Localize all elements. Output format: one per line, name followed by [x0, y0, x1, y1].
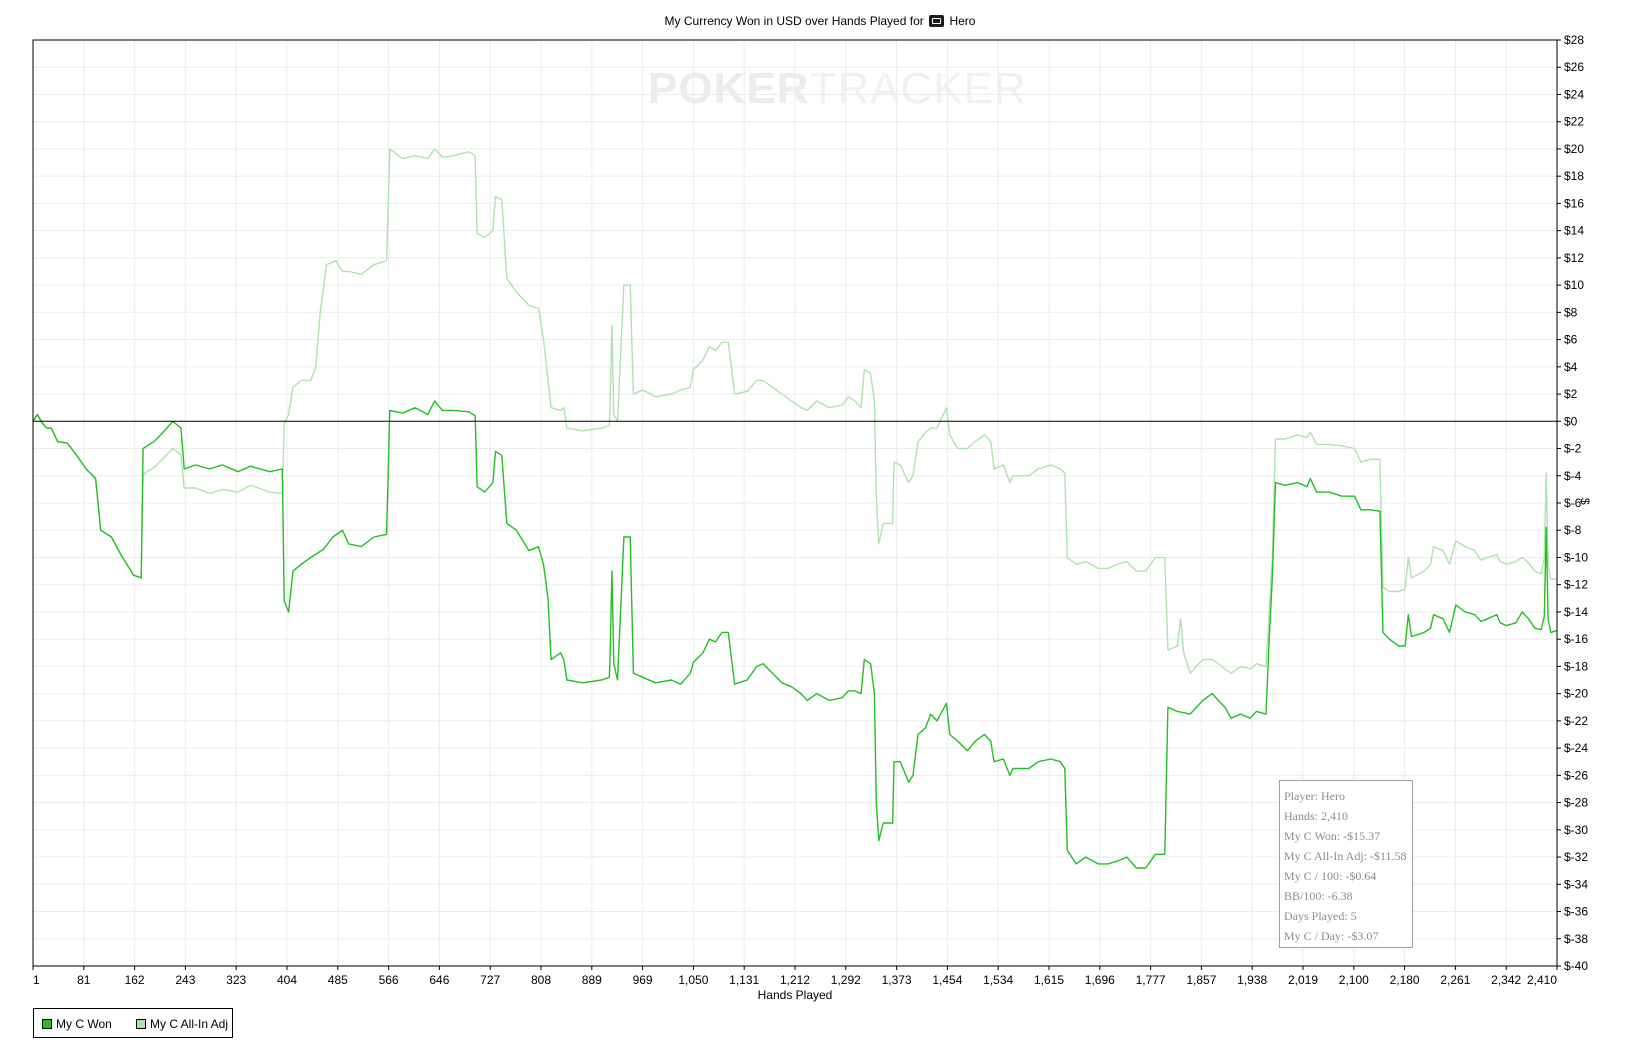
legend-item-won[interactable]: My C Won: [42, 1017, 112, 1031]
stat-per100: My C / 100: -$0.64: [1284, 869, 1377, 883]
x-tick-label: 969: [633, 973, 653, 987]
y-tick-label: $-30: [1564, 823, 1588, 837]
x-tick-label: 1,534: [983, 973, 1013, 987]
x-tick-label: 889: [582, 973, 602, 987]
y-tick-label: $-32: [1564, 850, 1588, 864]
stat-bb100: BB/100: -6.38: [1284, 889, 1353, 903]
y-tick-label: $28: [1564, 33, 1584, 47]
y-tick-label: $-24: [1564, 741, 1588, 755]
y-tick-label: $-2: [1564, 442, 1582, 456]
x-tick-label: 808: [531, 973, 551, 987]
x-tick-label: 1,615: [1034, 973, 1064, 987]
y-tick-label: $10: [1564, 278, 1584, 292]
y-tick-label: $-4: [1564, 469, 1582, 483]
stat-hands: Hands: 2,410: [1284, 809, 1348, 823]
x-tick-label: 81: [77, 973, 91, 987]
x-tick-label: 2,019: [1288, 973, 1318, 987]
stat-allin: My C All-In Adj: -$11.58: [1284, 849, 1407, 863]
y-tick-label: $8: [1564, 305, 1578, 319]
legend-label-allin: My C All-In Adj: [150, 1017, 229, 1031]
chart-legend: My C Won My C All-In Adj: [33, 1008, 233, 1038]
x-tick-label: 2,342: [1491, 973, 1521, 987]
y-tick-label: $-26: [1564, 768, 1588, 782]
x-tick-label: 1,050: [678, 973, 708, 987]
legend-swatch-allin: [136, 1019, 146, 1029]
legend-swatch-won: [42, 1019, 52, 1029]
x-tick-label: 1,857: [1186, 973, 1216, 987]
x-tick-label: 1,292: [831, 973, 861, 987]
y-tick-label: $14: [1564, 224, 1584, 238]
y-tick-label: $-14: [1564, 605, 1588, 619]
x-tick-label: 727: [480, 973, 500, 987]
legend-label-won: My C Won: [56, 1017, 112, 1031]
y-tick-label: $-12: [1564, 578, 1588, 592]
chart-window: My Currency Won in USD over Hands Played…: [0, 0, 1640, 1056]
x-tick-label: 2,180: [1390, 973, 1420, 987]
y-tick-label: $20: [1564, 142, 1584, 156]
y-tick-label: $-16: [1564, 632, 1588, 646]
x-tick-label: 1,696: [1085, 973, 1115, 987]
x-tick-label: 1,454: [932, 973, 962, 987]
x-tick-label: 566: [379, 973, 399, 987]
y-tick-label: $16: [1564, 196, 1584, 210]
y-tick-label: $-10: [1564, 550, 1588, 564]
stat-player: Player: Hero: [1284, 789, 1345, 803]
y-tick-label: $12: [1564, 251, 1584, 265]
x-tick-label: 1,212: [780, 973, 810, 987]
x-tick-label: 1,777: [1136, 973, 1166, 987]
x-axis-title: Hands Played: [757, 988, 833, 1002]
y-tick-label: $-38: [1564, 932, 1588, 946]
y-tick-label: $-18: [1564, 659, 1588, 673]
stat-won: My C Won: -$15.37: [1284, 829, 1381, 843]
y-tick-label: $-20: [1564, 687, 1588, 701]
x-tick-label: 323: [226, 973, 246, 987]
y-tick-label: $4: [1564, 360, 1578, 374]
x-tick-label: 404: [277, 973, 297, 987]
y-tick-label: $26: [1564, 60, 1584, 74]
stat-perday: My C / Day: -$3.07: [1284, 929, 1379, 943]
y-tick-label: $-36: [1564, 905, 1588, 919]
y-tick-label: $2: [1564, 387, 1578, 401]
legend-item-allin[interactable]: My C All-In Adj: [136, 1017, 228, 1031]
x-tick-label: 1: [33, 973, 40, 987]
x-tick-label: 485: [328, 973, 348, 987]
x-tick-label: 2,100: [1339, 973, 1369, 987]
x-tick-label: 1,373: [882, 973, 912, 987]
y-tick-label: $-34: [1564, 877, 1588, 891]
y-tick-label: $22: [1564, 115, 1584, 129]
x-tick-label: 1,938: [1237, 973, 1267, 987]
stat-days: Days Played: 5: [1284, 909, 1357, 923]
x-tick-label: 646: [429, 973, 449, 987]
y-tick-label: $-8: [1564, 523, 1582, 537]
y-tick-label: $-22: [1564, 714, 1588, 728]
y-tick-label: $0: [1564, 414, 1578, 428]
y-tick-label: $6: [1564, 333, 1578, 347]
x-tick-label: 2,261: [1440, 973, 1470, 987]
y-tick-label: $-28: [1564, 796, 1588, 810]
x-tick-label: 243: [175, 973, 195, 987]
stats-box: Player: Hero Hands: 2,410 My C Won: -$15…: [1279, 780, 1413, 948]
x-tick-label: 162: [125, 973, 145, 987]
y-tick-label: $18: [1564, 169, 1584, 183]
x-tick-label: 1,131: [729, 973, 759, 987]
y-tick-label: $-40: [1564, 959, 1588, 973]
y-tick-label: $24: [1564, 87, 1584, 101]
y-axis-title: $: [1578, 498, 1592, 505]
x-tick-label: 2,410: [1527, 973, 1557, 987]
